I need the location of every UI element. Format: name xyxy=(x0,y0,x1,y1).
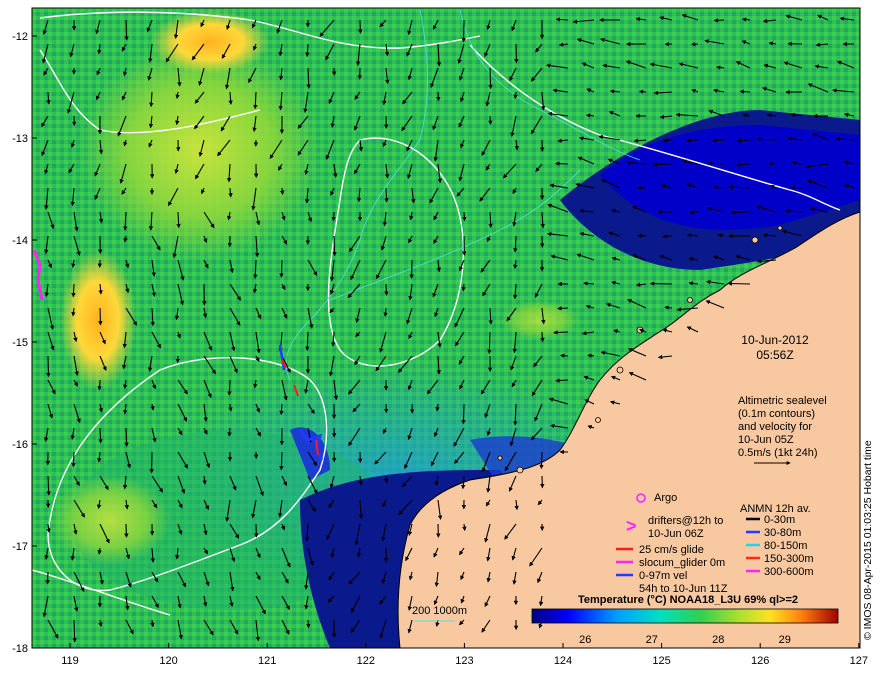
velocity-arrow xyxy=(383,307,388,318)
velocity-arrow xyxy=(124,427,129,447)
anmn-label: 150-300m xyxy=(764,553,814,565)
velocity-arrow xyxy=(98,307,103,326)
velocity-arrow xyxy=(97,379,102,391)
x-tick-label: 122 xyxy=(357,655,375,667)
velocity-arrow xyxy=(384,475,389,484)
svg-text:10-Jun 05Z: 10-Jun 05Z xyxy=(738,434,794,446)
velocity-arrow xyxy=(331,211,336,222)
velocity-arrow xyxy=(488,115,493,126)
x-tick-label: 119 xyxy=(61,655,79,667)
x-tick-label: 125 xyxy=(652,655,670,667)
y-tick-label: -16 xyxy=(12,439,28,451)
velocity-arrow xyxy=(690,42,699,47)
svg-text:25 cm/s glide: 25 cm/s glide xyxy=(639,544,704,556)
y-tick-label: -12 xyxy=(12,31,28,43)
velocity-arrow xyxy=(730,210,751,215)
velocity-arrow xyxy=(713,18,725,23)
y-tick-label: -13 xyxy=(12,133,28,145)
colorbar-title: Temperature (°C) NOAA18_L3U 69% ql>=2 xyxy=(578,594,798,606)
velocity-arrow xyxy=(739,89,751,94)
velocity-arrow xyxy=(46,355,51,378)
velocity-arrow xyxy=(227,379,232,396)
svg-text:0-97m vel: 0-97m vel xyxy=(639,570,687,582)
velocity-arrow xyxy=(553,330,569,335)
x-tick-label: 124 xyxy=(554,655,572,667)
velocity-arrow xyxy=(462,211,467,222)
map-field xyxy=(32,8,860,648)
velocity-arrow xyxy=(727,281,751,286)
argo-label: Argo xyxy=(654,492,677,504)
date-label: 10-Jun-2012 xyxy=(741,333,809,347)
velocity-arrow xyxy=(409,259,414,279)
velocity-arrow xyxy=(686,138,699,143)
velocity-arrow xyxy=(46,91,51,105)
svg-text:and velocity for: and velocity for xyxy=(738,421,812,433)
drifters-label-2: 10-Jun 06Z xyxy=(648,528,704,540)
warm-patch xyxy=(150,10,270,74)
bathymetry-label: 200 1000m xyxy=(412,605,467,617)
velocity-arrow xyxy=(587,353,595,358)
velocity-arrow xyxy=(71,283,76,298)
velocity-arrow xyxy=(98,427,103,444)
velocity-arrow xyxy=(71,451,76,468)
velocity-arrow xyxy=(384,187,389,203)
velocity-arrow xyxy=(559,353,569,358)
sst-map[interactable]: 119 120 121 122 123 124 125 126 127 -12 -13 -14 -15… xyxy=(0,0,880,680)
svg-text:(0.1m contours): (0.1m contours) xyxy=(738,408,815,420)
velocity-arrow xyxy=(45,571,50,585)
x-tick-label: 120 xyxy=(159,655,177,667)
svg-text:slocum_glider 0m: slocum_glider 0m xyxy=(639,557,725,569)
x-tick-label: 126 xyxy=(751,655,769,667)
drifter-chevron-icon: > xyxy=(626,516,637,536)
velocity-arrow xyxy=(124,19,129,41)
velocity-arrow xyxy=(539,451,544,470)
colorbar-tick-label: 29 xyxy=(779,634,791,646)
velocity-arrow xyxy=(487,331,492,355)
velocity-arrow xyxy=(555,161,569,166)
drifters-label-1: drifters@12h to xyxy=(648,515,723,527)
velocity-arrow xyxy=(555,378,569,383)
y-tick-label: -15 xyxy=(12,337,28,349)
time-label: 05:56Z xyxy=(756,348,793,362)
velocity-arrow xyxy=(436,91,441,102)
svg-text:0.5m/s (1kt 24h): 0.5m/s (1kt 24h) xyxy=(738,447,817,459)
y-tick-label: -18 xyxy=(12,643,28,655)
velocity-arrow xyxy=(175,355,180,364)
velocity-arrow xyxy=(662,234,673,239)
velocity-arrow xyxy=(280,187,285,196)
velocity-arrow xyxy=(461,403,466,425)
svg-text:Altimetric sealevel: Altimetric sealevel xyxy=(738,395,827,407)
velocity-arrow xyxy=(540,331,545,343)
velocity-arrow xyxy=(384,283,389,296)
anmn-label: 80-150m xyxy=(764,540,807,552)
velocity-arrow xyxy=(557,306,569,311)
anmn-label: 0-30m xyxy=(764,514,795,526)
colorbar-tick-label: 26 xyxy=(579,634,591,646)
velocity-arrow xyxy=(638,89,647,94)
velocity-arrow xyxy=(488,67,493,90)
velocity-arrow xyxy=(767,161,777,166)
colorbar-tick-label: 27 xyxy=(646,634,658,646)
x-tick-label: 127 xyxy=(850,655,868,667)
colorbar xyxy=(531,608,839,624)
velocity-arrow xyxy=(72,619,77,643)
y-tick-label: -17 xyxy=(12,541,28,553)
velocity-arrow xyxy=(279,259,284,278)
x-tick-label: 121 xyxy=(258,655,276,667)
credit-text: © IMOS 08-Apr-2015 01:03:25 Hobart time xyxy=(862,440,874,640)
warm-patch xyxy=(60,250,136,390)
velocity-arrow xyxy=(790,185,803,190)
velocity-arrow xyxy=(124,523,129,538)
velocity-arrow xyxy=(279,451,284,471)
anmn-label: 30-80m xyxy=(764,527,801,539)
y-tick-label: -14 xyxy=(12,235,28,247)
colorbar-tick-label: 28 xyxy=(712,634,724,646)
velocity-arrow xyxy=(332,235,337,257)
velocity-arrow xyxy=(306,619,311,629)
x-tick-label: 123 xyxy=(455,655,473,667)
anmn-label: 300-600m xyxy=(764,566,814,578)
